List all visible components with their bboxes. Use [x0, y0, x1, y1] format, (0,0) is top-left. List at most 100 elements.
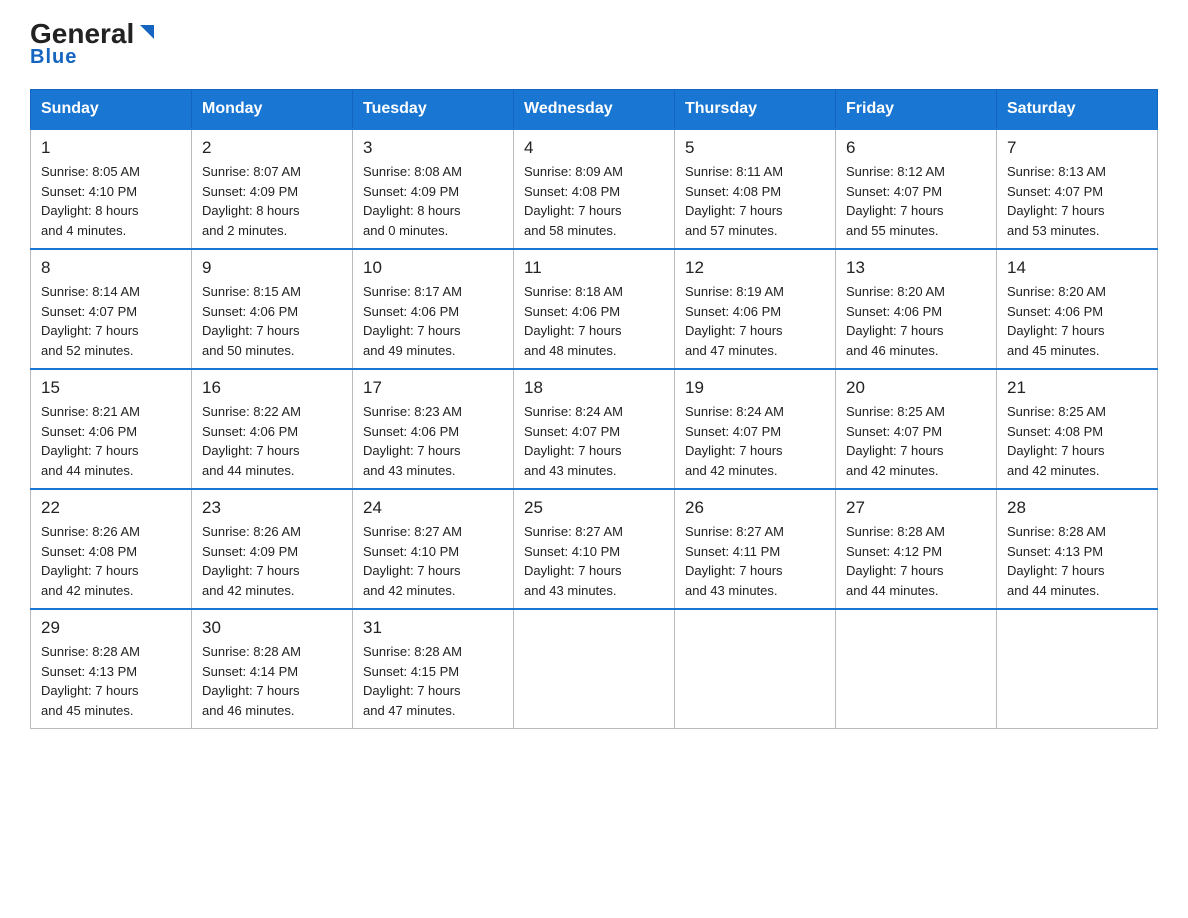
day-number: 13 [846, 258, 986, 278]
calendar-cell: 4 Sunrise: 8:09 AM Sunset: 4:08 PM Dayli… [514, 129, 675, 249]
calendar-cell: 10 Sunrise: 8:17 AM Sunset: 4:06 PM Dayl… [353, 249, 514, 369]
day-number: 12 [685, 258, 825, 278]
day-info: Sunrise: 8:28 AM Sunset: 4:15 PM Dayligh… [363, 642, 503, 720]
calendar-cell: 25 Sunrise: 8:27 AM Sunset: 4:10 PM Dayl… [514, 489, 675, 609]
calendar-cell: 15 Sunrise: 8:21 AM Sunset: 4:06 PM Dayl… [31, 369, 192, 489]
calendar-cell: 27 Sunrise: 8:28 AM Sunset: 4:12 PM Dayl… [836, 489, 997, 609]
day-number: 27 [846, 498, 986, 518]
calendar-cell: 30 Sunrise: 8:28 AM Sunset: 4:14 PM Dayl… [192, 609, 353, 729]
day-number: 26 [685, 498, 825, 518]
calendar-header-tuesday: Tuesday [353, 90, 514, 130]
day-info: Sunrise: 8:18 AM Sunset: 4:06 PM Dayligh… [524, 282, 664, 360]
calendar-cell: 3 Sunrise: 8:08 AM Sunset: 4:09 PM Dayli… [353, 129, 514, 249]
day-info: Sunrise: 8:28 AM Sunset: 4:13 PM Dayligh… [41, 642, 181, 720]
day-number: 3 [363, 138, 503, 158]
day-info: Sunrise: 8:27 AM Sunset: 4:10 PM Dayligh… [363, 522, 503, 600]
day-number: 20 [846, 378, 986, 398]
calendar-cell: 16 Sunrise: 8:22 AM Sunset: 4:06 PM Dayl… [192, 369, 353, 489]
day-info: Sunrise: 8:20 AM Sunset: 4:06 PM Dayligh… [1007, 282, 1147, 360]
day-number: 10 [363, 258, 503, 278]
day-info: Sunrise: 8:27 AM Sunset: 4:11 PM Dayligh… [685, 522, 825, 600]
day-number: 6 [846, 138, 986, 158]
day-info: Sunrise: 8:24 AM Sunset: 4:07 PM Dayligh… [524, 402, 664, 480]
calendar-cell: 21 Sunrise: 8:25 AM Sunset: 4:08 PM Dayl… [997, 369, 1158, 489]
calendar-header-thursday: Thursday [675, 90, 836, 130]
day-number: 23 [202, 498, 342, 518]
calendar-table: SundayMondayTuesdayWednesdayThursdayFrid… [30, 89, 1158, 729]
calendar-cell [514, 609, 675, 729]
calendar-cell: 17 Sunrise: 8:23 AM Sunset: 4:06 PM Dayl… [353, 369, 514, 489]
calendar-cell: 31 Sunrise: 8:28 AM Sunset: 4:15 PM Dayl… [353, 609, 514, 729]
day-info: Sunrise: 8:25 AM Sunset: 4:07 PM Dayligh… [846, 402, 986, 480]
day-number: 9 [202, 258, 342, 278]
calendar-cell: 29 Sunrise: 8:28 AM Sunset: 4:13 PM Dayl… [31, 609, 192, 729]
calendar-cell: 22 Sunrise: 8:26 AM Sunset: 4:08 PM Dayl… [31, 489, 192, 609]
calendar-cell: 12 Sunrise: 8:19 AM Sunset: 4:06 PM Dayl… [675, 249, 836, 369]
day-info: Sunrise: 8:28 AM Sunset: 4:13 PM Dayligh… [1007, 522, 1147, 600]
calendar-cell: 28 Sunrise: 8:28 AM Sunset: 4:13 PM Dayl… [997, 489, 1158, 609]
day-info: Sunrise: 8:23 AM Sunset: 4:06 PM Dayligh… [363, 402, 503, 480]
calendar-week-row: 22 Sunrise: 8:26 AM Sunset: 4:08 PM Dayl… [31, 489, 1158, 609]
day-info: Sunrise: 8:28 AM Sunset: 4:12 PM Dayligh… [846, 522, 986, 600]
day-number: 14 [1007, 258, 1147, 278]
day-number: 15 [41, 378, 181, 398]
logo: General Blue [30, 20, 158, 69]
day-number: 8 [41, 258, 181, 278]
calendar-cell: 26 Sunrise: 8:27 AM Sunset: 4:11 PM Dayl… [675, 489, 836, 609]
calendar-cell: 24 Sunrise: 8:27 AM Sunset: 4:10 PM Dayl… [353, 489, 514, 609]
day-info: Sunrise: 8:15 AM Sunset: 4:06 PM Dayligh… [202, 282, 342, 360]
day-number: 16 [202, 378, 342, 398]
day-info: Sunrise: 8:17 AM Sunset: 4:06 PM Dayligh… [363, 282, 503, 360]
calendar-cell: 11 Sunrise: 8:18 AM Sunset: 4:06 PM Dayl… [514, 249, 675, 369]
day-info: Sunrise: 8:09 AM Sunset: 4:08 PM Dayligh… [524, 162, 664, 240]
day-info: Sunrise: 8:24 AM Sunset: 4:07 PM Dayligh… [685, 402, 825, 480]
calendar-header-wednesday: Wednesday [514, 90, 675, 130]
calendar-cell: 2 Sunrise: 8:07 AM Sunset: 4:09 PM Dayli… [192, 129, 353, 249]
calendar-header-sunday: Sunday [31, 90, 192, 130]
day-number: 2 [202, 138, 342, 158]
day-number: 29 [41, 618, 181, 638]
day-number: 5 [685, 138, 825, 158]
day-info: Sunrise: 8:20 AM Sunset: 4:06 PM Dayligh… [846, 282, 986, 360]
logo-text-general: General [30, 20, 134, 48]
calendar-cell: 1 Sunrise: 8:05 AM Sunset: 4:10 PM Dayli… [31, 129, 192, 249]
day-info: Sunrise: 8:14 AM Sunset: 4:07 PM Dayligh… [41, 282, 181, 360]
logo-triangle-icon [136, 21, 158, 43]
calendar-header-saturday: Saturday [997, 90, 1158, 130]
calendar-cell: 23 Sunrise: 8:26 AM Sunset: 4:09 PM Dayl… [192, 489, 353, 609]
calendar-week-row: 8 Sunrise: 8:14 AM Sunset: 4:07 PM Dayli… [31, 249, 1158, 369]
day-number: 31 [363, 618, 503, 638]
day-number: 25 [524, 498, 664, 518]
day-number: 24 [363, 498, 503, 518]
calendar-week-row: 1 Sunrise: 8:05 AM Sunset: 4:10 PM Dayli… [31, 129, 1158, 249]
day-info: Sunrise: 8:11 AM Sunset: 4:08 PM Dayligh… [685, 162, 825, 240]
calendar-cell [997, 609, 1158, 729]
calendar-cell: 14 Sunrise: 8:20 AM Sunset: 4:06 PM Dayl… [997, 249, 1158, 369]
day-info: Sunrise: 8:25 AM Sunset: 4:08 PM Dayligh… [1007, 402, 1147, 480]
day-number: 28 [1007, 498, 1147, 518]
page-header: General Blue [30, 20, 1158, 69]
day-number: 4 [524, 138, 664, 158]
calendar-cell: 7 Sunrise: 8:13 AM Sunset: 4:07 PM Dayli… [997, 129, 1158, 249]
calendar-cell: 20 Sunrise: 8:25 AM Sunset: 4:07 PM Dayl… [836, 369, 997, 489]
calendar-header-monday: Monday [192, 90, 353, 130]
day-number: 1 [41, 138, 181, 158]
day-info: Sunrise: 8:22 AM Sunset: 4:06 PM Dayligh… [202, 402, 342, 480]
day-info: Sunrise: 8:28 AM Sunset: 4:14 PM Dayligh… [202, 642, 342, 720]
calendar-cell: 18 Sunrise: 8:24 AM Sunset: 4:07 PM Dayl… [514, 369, 675, 489]
calendar-week-row: 15 Sunrise: 8:21 AM Sunset: 4:06 PM Dayl… [31, 369, 1158, 489]
calendar-cell: 8 Sunrise: 8:14 AM Sunset: 4:07 PM Dayli… [31, 249, 192, 369]
calendar-header-row: SundayMondayTuesdayWednesdayThursdayFrid… [31, 90, 1158, 130]
day-info: Sunrise: 8:21 AM Sunset: 4:06 PM Dayligh… [41, 402, 181, 480]
day-info: Sunrise: 8:27 AM Sunset: 4:10 PM Dayligh… [524, 522, 664, 600]
calendar-cell [675, 609, 836, 729]
day-info: Sunrise: 8:12 AM Sunset: 4:07 PM Dayligh… [846, 162, 986, 240]
calendar-cell [836, 609, 997, 729]
calendar-cell: 19 Sunrise: 8:24 AM Sunset: 4:07 PM Dayl… [675, 369, 836, 489]
day-number: 11 [524, 258, 664, 278]
calendar-cell: 6 Sunrise: 8:12 AM Sunset: 4:07 PM Dayli… [836, 129, 997, 249]
logo-text-blue: Blue [30, 46, 77, 69]
day-info: Sunrise: 8:26 AM Sunset: 4:09 PM Dayligh… [202, 522, 342, 600]
day-number: 7 [1007, 138, 1147, 158]
day-number: 30 [202, 618, 342, 638]
